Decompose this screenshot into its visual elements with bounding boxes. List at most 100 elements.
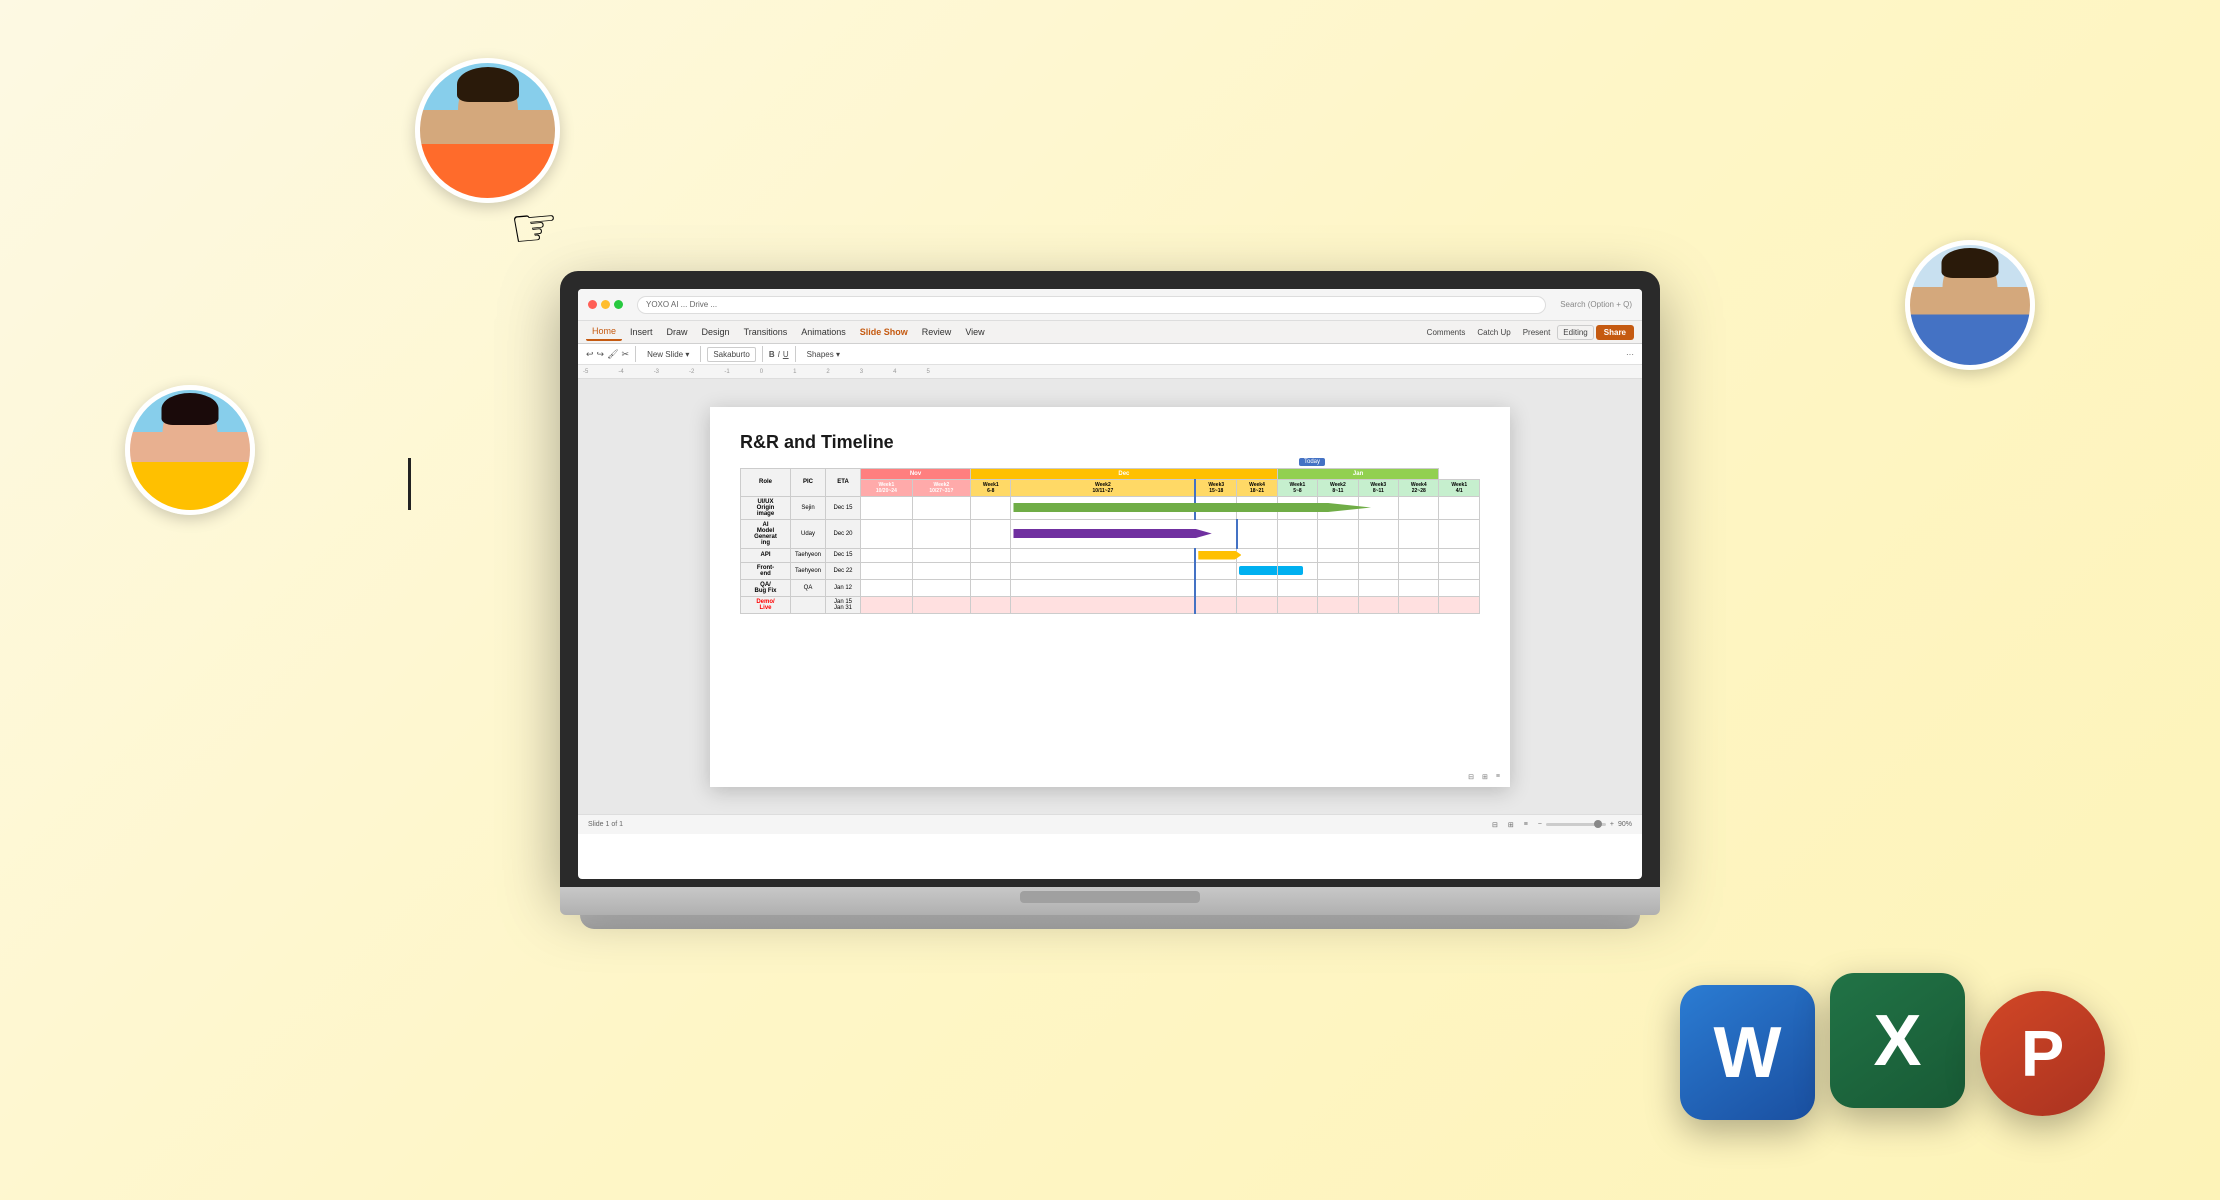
zoom-bar: − + 90% [1538, 821, 1632, 828]
laptop-screen-bezel: YOXO AI ... Drive ... Search (Option + Q… [560, 271, 1660, 887]
gantt-cell [1195, 562, 1237, 579]
font-size-btn[interactable]: Sakaburto [707, 347, 755, 362]
underline-icon[interactable]: U [783, 350, 789, 359]
gantt-cell [912, 562, 970, 579]
zoom-minus-icon[interactable]: − [1538, 821, 1542, 828]
ppt-toolbar: ↩ ↪ 🖌 ✂ New Slide ▾ Sakaburto B I U Shap… [578, 344, 1642, 365]
present-button[interactable]: Present [1518, 326, 1556, 339]
pic-cell: Taehyeon [791, 548, 826, 562]
maximize-button[interactable] [614, 300, 623, 309]
menu-insert[interactable]: Insert [624, 324, 659, 340]
gantt-cell [1277, 562, 1317, 579]
minimize-button[interactable] [601, 300, 610, 309]
cursor-hand: ☞ [507, 193, 562, 261]
italic-icon[interactable]: I [778, 350, 780, 359]
role-cell: AIModelGenerating [741, 519, 791, 548]
eta-cell: Dec 15 [826, 496, 861, 519]
gantt-cell [1318, 519, 1358, 548]
ruler-tick: -2 [689, 369, 694, 375]
gantt-cell [1358, 579, 1398, 596]
slide-canvas[interactable]: R&R and Timeline Today Role PIC ETA [710, 407, 1510, 787]
menu-animations[interactable]: Animations [795, 324, 852, 340]
zoom-track[interactable] [1546, 823, 1606, 826]
editing-button[interactable]: Editing [1557, 325, 1593, 340]
gantt-cell [971, 548, 1011, 562]
pic-cell [791, 596, 826, 613]
view-notes-icon[interactable]: ≡ [1496, 773, 1500, 780]
catch-up-button[interactable]: Catch Up [1472, 326, 1515, 339]
ruler-tick: 2 [826, 369, 829, 375]
gantt-cell [1399, 496, 1439, 519]
table-row: API Taehyeon Dec 15 [741, 548, 1480, 562]
bold-icon[interactable]: B [769, 350, 775, 359]
url-bar[interactable]: YOXO AI ... Drive ... [637, 296, 1546, 314]
avatar-woman-yellow [125, 385, 255, 515]
col-eta-header: ETA [826, 468, 861, 496]
new-slide-btn[interactable]: New Slide ▾ [642, 348, 694, 361]
menu-draw[interactable]: Draw [661, 324, 694, 340]
format-painter-icon[interactable]: 🖌 [607, 349, 618, 360]
zoom-plus-icon[interactable]: + [1610, 821, 1614, 828]
gantt-cell [971, 496, 1011, 519]
view-mode-notes[interactable]: ≡ [1524, 821, 1528, 828]
eta-cell: Dec 20 [826, 519, 861, 548]
role-cell: UI/UXOriginimage [741, 496, 791, 519]
avatar-man-blue [1905, 240, 2035, 370]
gantt-cell [971, 596, 1011, 613]
gantt-cell [1277, 548, 1317, 562]
view-normal-icon[interactable]: ⊟ [1468, 773, 1474, 781]
ruler-tick: 1 [793, 369, 796, 375]
ppt-menu-bar: Home Insert Draw Design Transitions Anim… [578, 321, 1642, 344]
eta-cell: Dec 22 [826, 562, 861, 579]
more-options-icon[interactable]: ··· [1626, 350, 1634, 359]
slide-title: R&R and Timeline [740, 432, 1480, 453]
gantt-cell [1195, 596, 1237, 613]
app-icons: W X P [1680, 973, 2105, 1108]
browser-titlebar: YOXO AI ... Drive ... Search (Option + Q… [578, 289, 1642, 321]
eta-cell: Dec 15 [826, 548, 861, 562]
gantt-cell [861, 562, 913, 579]
role-cell: Front-end [741, 562, 791, 579]
pic-cell: Uday [791, 519, 826, 548]
view-mode-normal[interactable]: ⊟ [1492, 821, 1498, 829]
ruler-tick: -5 [583, 369, 588, 375]
gantt-cell [1237, 519, 1277, 548]
ruler-tick: 3 [860, 369, 863, 375]
laptop-base [560, 887, 1660, 915]
window-controls [588, 300, 623, 309]
shapes-btn[interactable]: Shapes ▾ [802, 348, 845, 361]
gantt-cell [1237, 562, 1277, 579]
menu-view[interactable]: View [959, 324, 990, 340]
menu-home[interactable]: Home [586, 323, 622, 341]
week-header: Week210/27~31? [912, 479, 970, 496]
menu-design[interactable]: Design [696, 324, 736, 340]
close-button[interactable] [588, 300, 597, 309]
menu-slideshow[interactable]: Slide Show [854, 324, 914, 340]
comments-button[interactable]: Comments [1422, 326, 1471, 339]
week-header: Week418~21 [1237, 479, 1277, 496]
month-nov: Nov [861, 468, 971, 479]
menu-review[interactable]: Review [916, 324, 958, 340]
week-header: Week15~8 [1277, 479, 1317, 496]
view-grid-icon[interactable]: ⊞ [1482, 773, 1488, 781]
week-header: Week315~18 [1195, 479, 1237, 496]
cut-icon[interactable]: ✂ [622, 349, 630, 360]
zoom-level: 90% [1618, 821, 1632, 828]
share-button[interactable]: Share [1596, 325, 1634, 340]
toolbar-separator-3 [762, 346, 763, 362]
gantt-cell [912, 496, 970, 519]
word-icon: W [1680, 985, 1815, 1120]
gantt-cell [912, 596, 970, 613]
redo-icon[interactable]: ↪ [597, 349, 605, 360]
menu-transitions[interactable]: Transitions [738, 324, 794, 340]
view-mode-sorter[interactable]: ⊞ [1508, 821, 1514, 829]
zoom-thumb[interactable] [1594, 820, 1602, 828]
eta-cell: Jan 15Jan 31 [826, 596, 861, 613]
gantt-cell [1011, 562, 1195, 579]
gantt-cell [1195, 548, 1237, 562]
undo-icon[interactable]: ↩ [586, 349, 594, 360]
gantt-cell [1011, 548, 1195, 562]
url-text: YOXO AI ... Drive ... [646, 300, 717, 309]
role-cell: API [741, 548, 791, 562]
ruler: -5 -4 -3 -2 -1 0 1 2 3 4 5 [578, 365, 1642, 379]
